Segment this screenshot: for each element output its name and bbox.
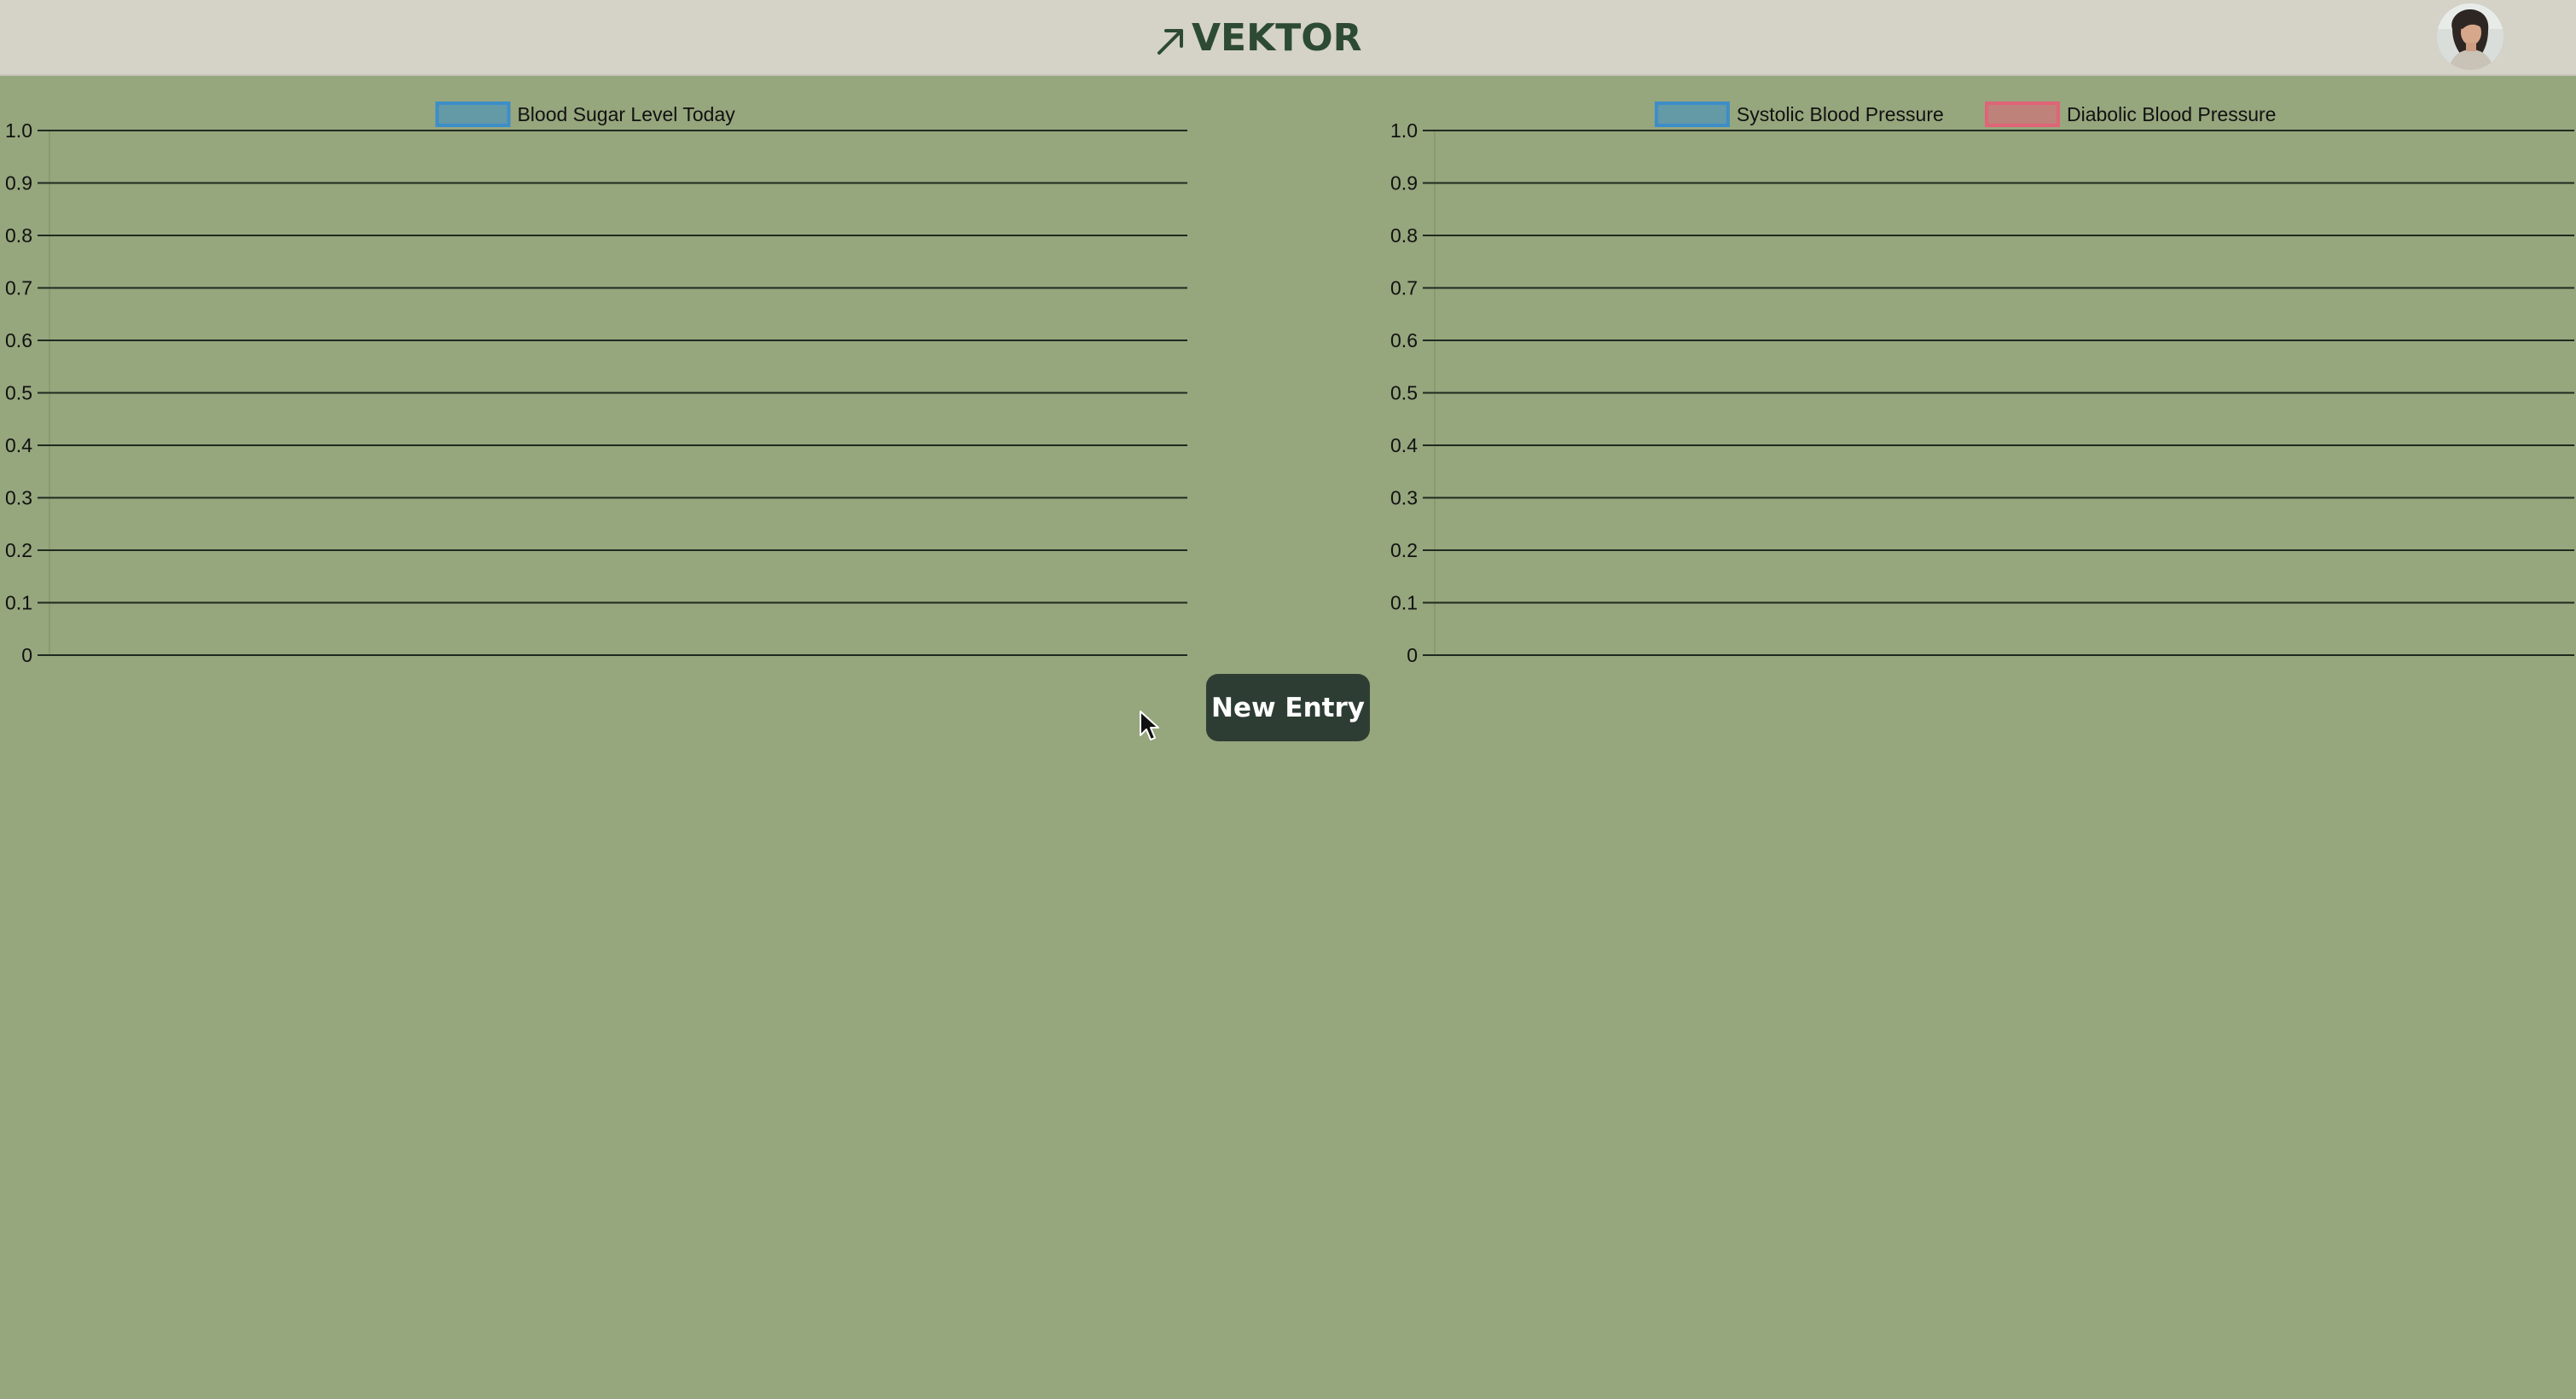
y-tick-label: 0.9 [5, 172, 32, 194]
y-tick-label: 0.6 [1390, 329, 1418, 351]
legend-label: Systolic Blood Pressure [1737, 103, 1944, 125]
y-tick-label: 0.4 [1390, 434, 1418, 456]
y-tick-label: 0.5 [1390, 382, 1418, 404]
y-tick-label: 0.2 [1390, 539, 1418, 561]
blood-pressure-chart: 0 0.1 0.2 0.3 0.4 0.5 0.6 0.7 0.8 0.9 1.0 Systolic … [1382, 76, 2576, 677]
new-entry-button[interactable]: New Entry [1206, 674, 1370, 741]
y-tick-label: 0 [1407, 644, 1418, 666]
user-avatar-photo [2437, 3, 2503, 70]
legend-label: Blood Sugar Level Today [517, 103, 735, 125]
y-tick-label: 0.7 [1390, 277, 1418, 299]
y-tick-label: 0.7 [5, 277, 32, 299]
y-tick-label: 0.8 [5, 224, 32, 247]
brand-name: VEKTOR [1192, 15, 1362, 60]
y-tick-label: 1.0 [1390, 119, 1418, 142]
legend-swatch [435, 102, 511, 127]
blood-pressure-chart-svg: 0 0.1 0.2 0.3 0.4 0.5 0.6 0.7 0.8 0.9 1.0 Systolic … [1390, 102, 2574, 666]
arrow-up-right-icon [1157, 29, 1183, 55]
y-tick-label: 0.8 [1390, 224, 1418, 247]
avatar[interactable] [2437, 3, 2503, 70]
y-tick-label: 0.3 [5, 487, 32, 509]
y-tick-label: 1.0 [5, 119, 32, 142]
y-tick-label: 0.4 [5, 434, 32, 456]
y-tick-label: 0.6 [5, 329, 32, 351]
y-tick-label: 0.2 [5, 539, 32, 561]
y-tick-label: 0.5 [5, 382, 32, 404]
blood-sugar-chart: 0 0.1 0.2 0.3 0.4 0.5 0.6 0.7 0.8 0.9 1.0 Blood Sug… [0, 76, 1194, 677]
blood-sugar-chart-svg: 0 0.1 0.2 0.3 0.4 0.5 0.6 0.7 0.8 0.9 1.0 Blood Sug… [5, 102, 1187, 666]
legend-swatch [1654, 102, 1730, 127]
app-header: VEKTOR [0, 0, 2576, 76]
legend-swatch [1985, 102, 2060, 127]
y-tick-label: 0.9 [1390, 172, 1418, 194]
y-tick-label: 0.3 [1390, 487, 1418, 509]
y-tick-label: 0.1 [5, 592, 32, 614]
y-tick-label: 0 [21, 644, 32, 666]
mouse-cursor-icon [1140, 711, 1159, 740]
legend-label: Diabolic Blood Pressure [2067, 103, 2276, 125]
brand-logo[interactable]: VEKTOR [1154, 10, 1362, 65]
y-tick-label: 0.1 [1390, 592, 1418, 614]
